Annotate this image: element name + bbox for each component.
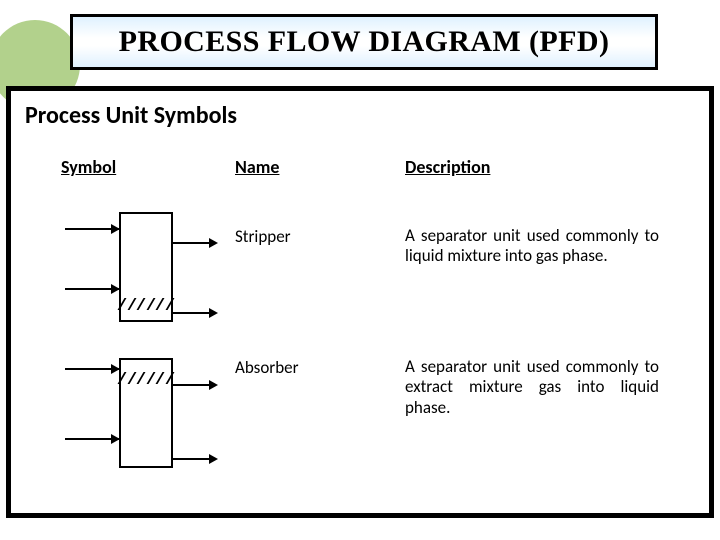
absorber-symbol xyxy=(65,358,195,478)
row-name: Stripper xyxy=(235,178,395,267)
arrow-icon xyxy=(65,438,119,440)
content-panel: Process Unit Symbols Symbol Name Descrip… xyxy=(6,86,714,518)
col-header-name: Name xyxy=(235,156,395,178)
symbol-column xyxy=(25,178,225,418)
arrow-icon xyxy=(173,312,209,314)
arrow-icon xyxy=(65,228,119,230)
row-description: A separator unit used commonly to liquid… xyxy=(405,178,695,267)
arrow-icon xyxy=(65,288,119,290)
col-header-description: Description xyxy=(405,156,695,178)
arrow-icon xyxy=(173,242,209,244)
arrow-icon xyxy=(173,458,209,460)
arrow-icon xyxy=(65,368,119,370)
hatch-icon xyxy=(121,372,171,384)
stripper-symbol xyxy=(65,212,195,332)
section-heading: Process Unit Symbols xyxy=(25,101,695,130)
hatch-icon xyxy=(121,298,171,310)
row-name: Absorber xyxy=(235,267,395,418)
slide-title: PROCESS FLOW DIAGRAM (PFD) xyxy=(119,25,610,59)
slide-title-box: PROCESS FLOW DIAGRAM (PFD) xyxy=(70,14,658,70)
symbol-table: Symbol Name Description xyxy=(25,156,695,418)
col-header-symbol: Symbol xyxy=(25,156,225,178)
row-description: A separator unit used commonly to extrac… xyxy=(405,267,695,418)
arrow-icon xyxy=(173,384,209,386)
